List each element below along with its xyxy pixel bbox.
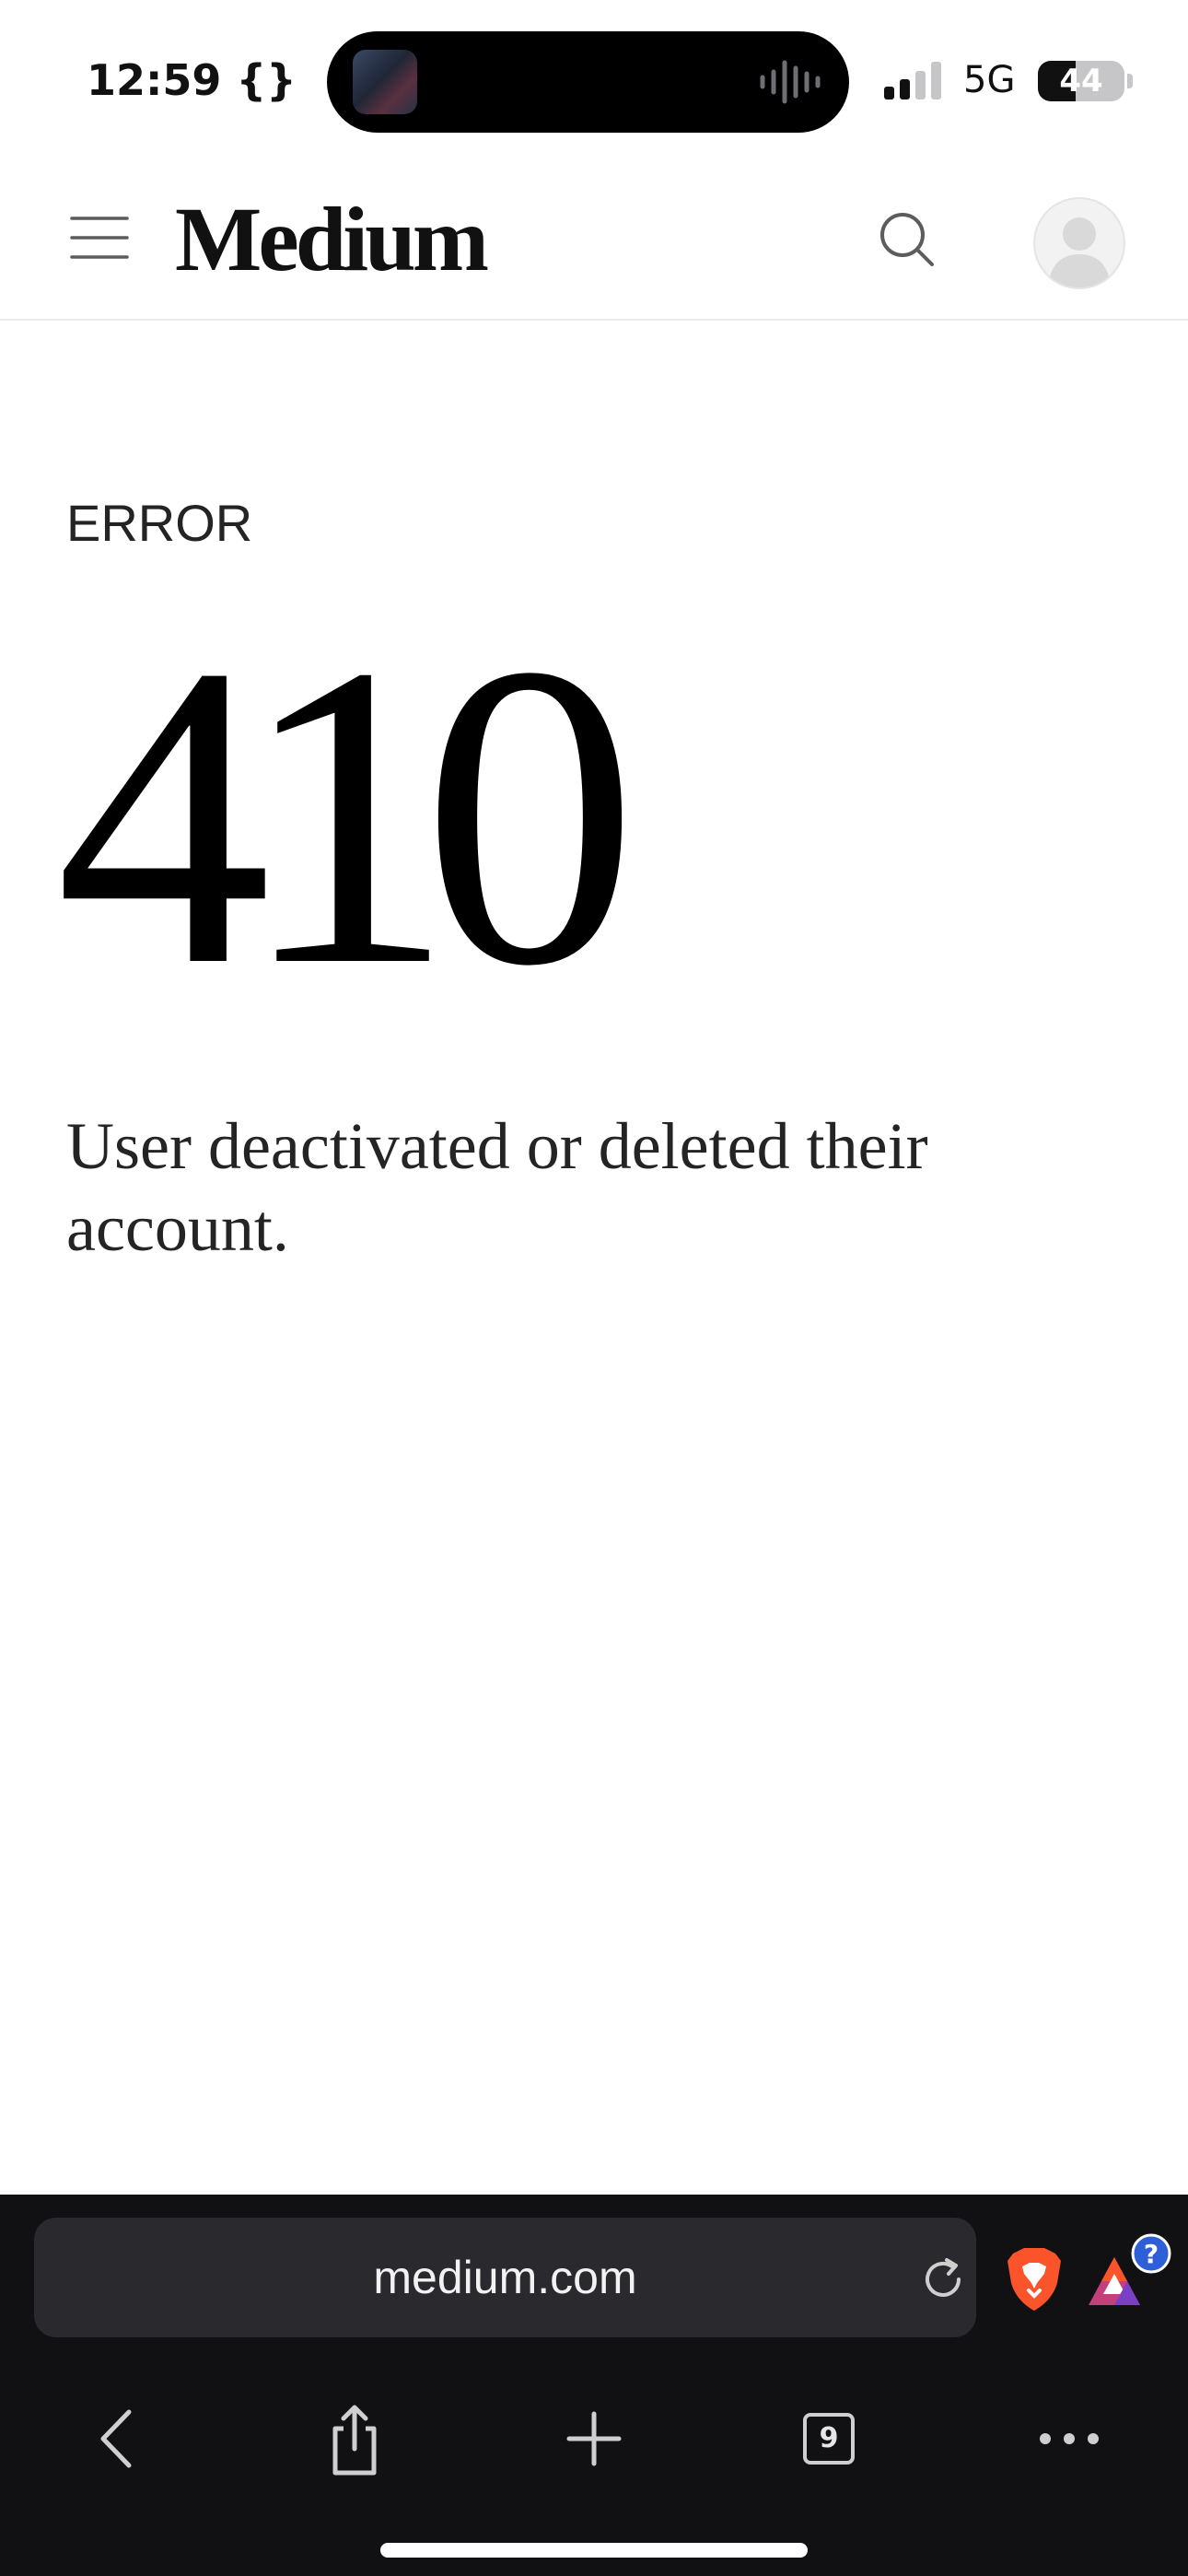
- battery-cap: [1127, 74, 1133, 88]
- avatar-silhouette: [1048, 217, 1111, 287]
- menu-icon[interactable]: [64, 207, 134, 268]
- home-indicator[interactable]: [380, 2543, 808, 2558]
- more-icon[interactable]: [1028, 2397, 1111, 2480]
- error-label: ERROR: [66, 494, 253, 552]
- audio-waveform-icon: [760, 60, 821, 104]
- tabs-icon[interactable]: 9: [803, 2413, 855, 2465]
- brave-rewards-icon[interactable]: ?: [1087, 2233, 1175, 2316]
- error-code: 410: [55, 575, 638, 1055]
- status-time: 12:59 {}: [87, 55, 297, 105]
- status-bar: 12:59 {} 5G 44: [0, 0, 1188, 157]
- browser-toolbar: 9: [0, 2379, 1188, 2499]
- reload-icon[interactable]: [918, 2254, 968, 2304]
- tab-count: 9: [819, 2422, 839, 2454]
- rewards-badge: ?: [1144, 2239, 1159, 2269]
- new-tab-icon[interactable]: [553, 2397, 635, 2480]
- cellular-signal-icon: [884, 62, 941, 100]
- back-icon[interactable]: [77, 2397, 160, 2480]
- network-type: 5G: [963, 59, 1016, 101]
- address-bar[interactable]: medium.com: [34, 2218, 976, 2337]
- now-playing-artwork: [353, 50, 417, 114]
- avatar-icon[interactable]: [1033, 197, 1125, 289]
- battery-icon: 44: [1038, 61, 1124, 101]
- error-message: User deactivated or deleted their accoun…: [66, 1109, 928, 1265]
- battery-level: 44: [1059, 63, 1103, 100]
- share-icon[interactable]: [313, 2397, 396, 2480]
- medium-logo[interactable]: Medium: [175, 184, 489, 295]
- browser-bottom-bar: medium.com ? 9: [0, 2195, 1188, 2576]
- url-text[interactable]: medium.com: [34, 2218, 976, 2337]
- dynamic-island[interactable]: [327, 31, 849, 133]
- search-icon[interactable]: [875, 207, 939, 272]
- site-header: Medium: [0, 157, 1188, 321]
- brave-shields-icon[interactable]: [1004, 2246, 1065, 2313]
